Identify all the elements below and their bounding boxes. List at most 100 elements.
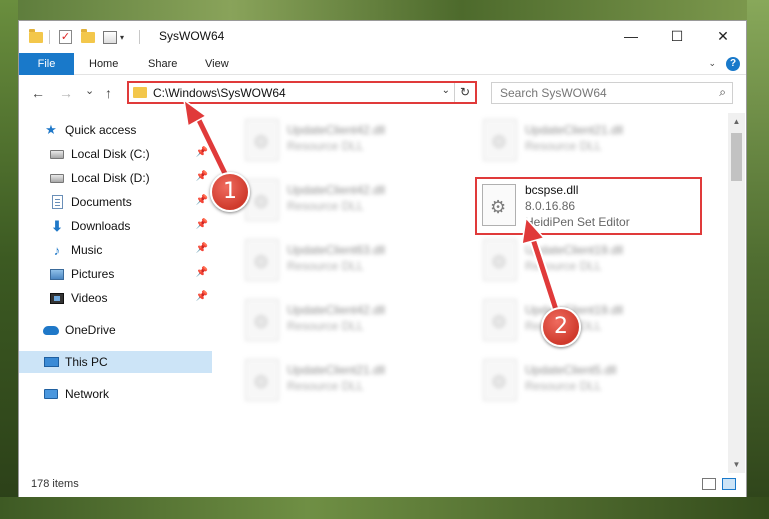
file-name: bcspse.dll <box>525 183 579 197</box>
file-description: HeidiPen Set Editor <box>525 215 630 229</box>
desktop-wallpaper-top <box>0 0 769 20</box>
callout-badge-1: 1 <box>210 172 250 212</box>
search-input[interactable]: Search SysWOW64 <box>500 86 607 100</box>
new-folder-icon[interactable] <box>81 28 95 46</box>
sidebar-item-documents[interactable]: Documents 📌 <box>19 191 212 213</box>
file-item[interactable]: UpdateClient42.dll Resource DLL <box>239 295 459 351</box>
music-icon: ♪ <box>53 242 61 258</box>
quick-access-folder-icon[interactable] <box>29 28 43 46</box>
up-arrow-icon[interactable]: ↑ <box>105 85 112 101</box>
large-icons-view-icon[interactable] <box>722 478 736 490</box>
refresh-icon[interactable]: ↻ <box>454 83 475 102</box>
pin-icon: 📌 <box>195 291 208 302</box>
file-name: UpdateClient21.dll <box>525 123 624 137</box>
sidebar-item-label: Pictures <box>71 267 115 281</box>
pin-icon: 📌 <box>195 267 208 278</box>
sidebar-item-network[interactable]: Network <box>19 383 212 405</box>
chevron-down-icon[interactable]: ⌄ <box>708 58 716 69</box>
back-arrow-icon[interactable]: ← <box>31 85 45 101</box>
file-name: UpdateClient19.dll <box>525 243 624 257</box>
sidebar-item-quick-access[interactable]: ★ Quick access <box>19 119 212 141</box>
sidebar-item-downloads[interactable]: ⬇ Downloads 📌 <box>19 215 212 237</box>
file-name: UpdateClient63.dll <box>287 243 386 257</box>
pictures-icon <box>49 267 65 281</box>
file-version: 8.0.16.86 <box>525 199 576 213</box>
file-name: UpdateClient5.dll <box>525 363 617 377</box>
file-item[interactable]: UpdateClient42.dll Resource DLL <box>239 115 459 171</box>
file-item[interactable]: UpdateClient63.dll Resource DLL <box>239 235 459 291</box>
tab-home[interactable]: Home <box>89 53 118 75</box>
file-item[interactable]: UpdateClient42.dll Resource DLL <box>239 175 459 231</box>
tab-file[interactable]: File <box>19 53 74 75</box>
sidebar-item-label: Local Disk (C:) <box>71 147 150 161</box>
close-button[interactable]: ✕ <box>700 21 746 51</box>
desktop-wallpaper-left <box>0 0 18 519</box>
sidebar-item-onedrive[interactable]: OneDrive <box>19 319 212 341</box>
desktop-wallpaper-bottom <box>0 497 769 519</box>
search-icon[interactable]: ⌕ <box>719 85 726 100</box>
file-item[interactable]: UpdateClient5.dll Resource DLL <box>477 355 697 411</box>
disk-icon <box>49 171 65 185</box>
sidebar-item-this-pc[interactable]: This PC <box>19 351 212 373</box>
search-box[interactable]: Search SysWOW64 ⌕ <box>491 82 733 104</box>
sidebar-item-videos[interactable]: Videos 📌 <box>19 287 212 309</box>
sidebar-item-label: Documents <box>71 195 132 209</box>
dll-file-icon <box>245 359 279 401</box>
minimize-button[interactable]: — <box>608 21 654 51</box>
address-path[interactable]: C:\Windows\SysWOW64 <box>153 86 286 100</box>
file-item[interactable]: UpdateClient19.dll Resource DLL <box>477 295 697 351</box>
address-bar[interactable]: C:\Windows\SysWOW64 ⌄ ↻ <box>127 81 477 104</box>
file-type: Resource DLL <box>287 259 364 273</box>
pin-icon: 📌 <box>195 171 208 182</box>
file-name: UpdateClient42.dll <box>287 183 386 197</box>
maximize-button[interactable]: ☐ <box>654 21 700 51</box>
pin-icon: 📌 <box>195 195 208 206</box>
explorer-window: ✓ ▾ SysWOW64 — ☐ ✕ File Home Share View … <box>18 20 747 497</box>
pc-icon <box>43 355 59 369</box>
address-dropdown-icon[interactable]: ⌄ <box>442 85 450 96</box>
dll-file-icon <box>245 119 279 161</box>
window-title: SysWOW64 <box>159 29 225 43</box>
sidebar-item-local-disk-d[interactable]: Local Disk (D:) 📌 <box>19 167 212 189</box>
sidebar-item-pictures[interactable]: Pictures 📌 <box>19 263 212 285</box>
tab-view[interactable]: View <box>205 53 229 75</box>
vertical-scrollbar[interactable]: ▲ ▼ <box>728 113 745 473</box>
scroll-thumb[interactable] <box>731 133 742 181</box>
callout-badge-2: 2 <box>541 307 581 347</box>
pin-icon: 📌 <box>195 147 208 158</box>
recent-locations-icon[interactable]: ⌄ <box>85 84 94 97</box>
details-view-icon[interactable] <box>702 478 716 490</box>
disk-icon <box>49 147 65 161</box>
sidebar-item-label: Videos <box>71 291 108 305</box>
sidebar-item-label: OneDrive <box>65 323 116 337</box>
sidebar-item-label: Local Disk (D:) <box>71 171 150 185</box>
file-item[interactable]: UpdateClient21.dll Resource DLL <box>477 115 697 171</box>
title-bar: ✓ ▾ SysWOW64 — ☐ ✕ <box>19 21 746 53</box>
properties-check-icon[interactable]: ✓ <box>59 28 72 46</box>
file-list: UpdateClient42.dll Resource DLL UpdateCl… <box>219 113 728 473</box>
help-icon[interactable]: ? <box>726 57 740 71</box>
videos-icon <box>49 291 65 305</box>
qa-customize-chevron-icon[interactable]: ▾ <box>120 28 124 46</box>
dll-file-icon <box>483 299 517 341</box>
rename-icon[interactable] <box>103 28 117 46</box>
sidebar-item-music[interactable]: ♪ Music 📌 <box>19 239 212 261</box>
scroll-up-icon[interactable]: ▲ <box>728 113 745 130</box>
file-type: Resource DLL <box>525 139 602 153</box>
status-bar: 178 items <box>19 473 746 497</box>
forward-arrow-icon[interactable]: → <box>59 85 73 101</box>
file-item-bcspse[interactable]: bcspse.dll 8.0.16.86 HeidiPen Set Editor <box>475 177 702 235</box>
dll-file-icon <box>483 239 517 281</box>
file-type: Resource DLL <box>287 139 364 153</box>
file-item[interactable]: UpdateClient19.dll Resource DLL <box>477 235 697 291</box>
sidebar-item-local-disk-c[interactable]: Local Disk (C:) 📌 <box>19 143 212 165</box>
tab-share[interactable]: Share <box>148 53 177 75</box>
file-item[interactable]: UpdateClient21.dll Resource DLL <box>239 355 459 411</box>
navigation-pane: ★ Quick access Local Disk (C:) 📌 Local D… <box>19 113 212 473</box>
dll-file-icon <box>245 179 279 221</box>
scroll-down-icon[interactable]: ▼ <box>728 456 745 473</box>
dll-file-icon <box>245 239 279 281</box>
dll-file-icon <box>245 299 279 341</box>
file-type: Resource DLL <box>287 199 364 213</box>
dll-file-icon <box>483 359 517 401</box>
